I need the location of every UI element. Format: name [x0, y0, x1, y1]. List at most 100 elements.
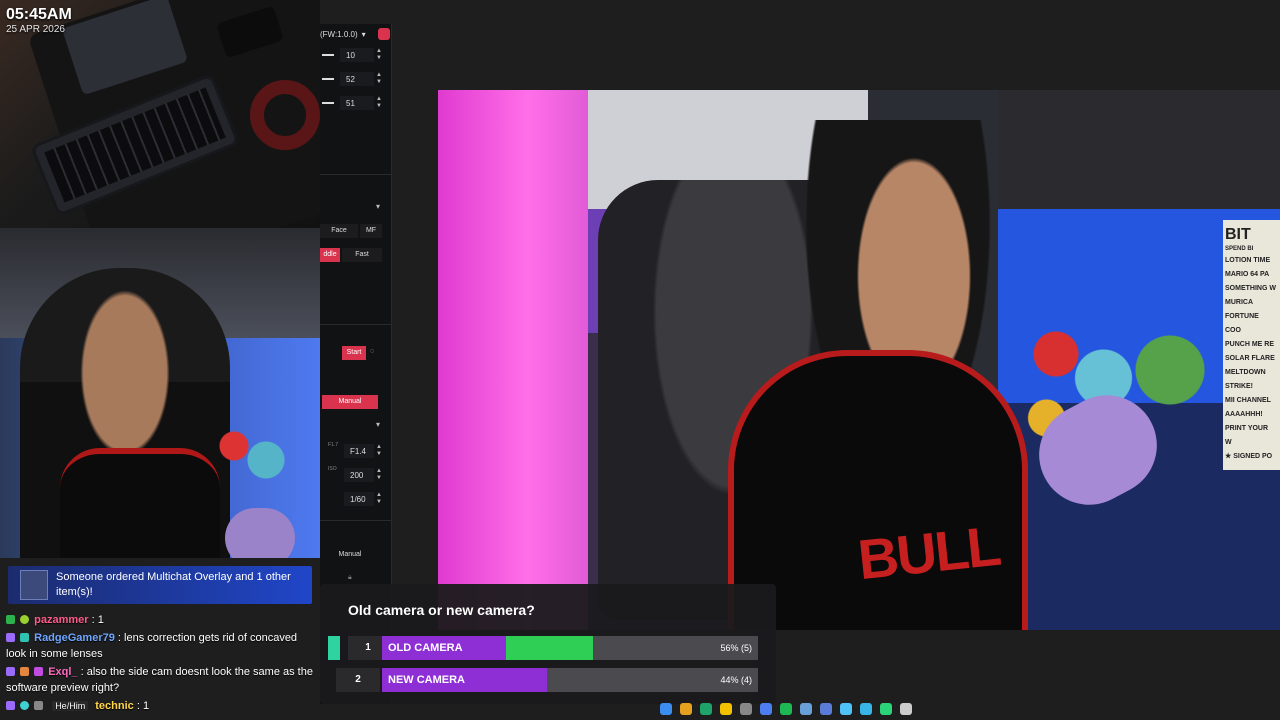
option-result: 56% (5)	[720, 643, 752, 653]
start-button[interactable]: Start	[342, 346, 366, 360]
mf-button[interactable]: MF	[360, 224, 382, 238]
badge-icon	[20, 633, 30, 642]
chat-message: pazammer : 1	[6, 612, 318, 628]
option-index: 2	[336, 668, 380, 692]
manual-button-2[interactable]: Manual	[328, 548, 372, 562]
sign-item: ★ SIGNED PO	[1225, 453, 1273, 460]
chat-username[interactable]: technic	[95, 700, 134, 712]
slider-icon	[322, 54, 334, 56]
value-field-1[interactable]: 10	[340, 48, 374, 62]
sign-item: FORTUNE COO	[1225, 313, 1259, 334]
firmware-label: (FW:1.0.0)	[320, 30, 358, 39]
keyboard-camera-feed: 05:45AM 25 APR 2026	[0, 0, 320, 228]
alert-text: Someone ordered Multichat Overlay and 1 …	[56, 571, 291, 598]
middle-button[interactable]: ddle	[320, 248, 340, 262]
nvidia-icon[interactable]	[880, 703, 892, 715]
chevron-down-icon[interactable]: ▾	[320, 420, 380, 432]
app3-icon[interactable]	[820, 703, 832, 715]
app-icon[interactable]	[760, 703, 772, 715]
option-bar: OLD CAMERA 56% (5)	[382, 636, 758, 660]
chevron-down-icon[interactable]: ▾	[320, 202, 380, 214]
value-row-2: 52 ▲ ▼	[320, 72, 392, 86]
pink-door	[438, 90, 588, 630]
divider	[320, 174, 392, 175]
firmware-select[interactable]: (FW:1.0.0) ▾	[320, 28, 390, 40]
chat-text: : 1	[91, 614, 104, 626]
shutter-row: 1/60 ▲ ▼	[320, 492, 392, 506]
product-thumbnail	[20, 570, 48, 600]
obs-icon[interactable]	[900, 703, 912, 715]
sign-item: MELTDOWN	[1225, 369, 1266, 376]
iso-field[interactable]: 200	[344, 468, 374, 482]
badge-icon	[20, 615, 30, 624]
badge-icon	[20, 667, 30, 676]
explorer-icon[interactable]	[720, 703, 732, 715]
chat-username[interactable]: RadgeGamer79	[34, 632, 115, 644]
chrome-icon[interactable]	[680, 703, 692, 715]
sign-item: SOLAR FLARE	[1225, 355, 1275, 362]
fast-button[interactable]: Fast	[342, 248, 382, 262]
side-toys	[210, 418, 290, 488]
badge-icon	[6, 701, 15, 710]
pronoun-badge: He/Him	[52, 701, 89, 711]
shutter-field[interactable]: 1/60	[344, 492, 374, 506]
record-icon[interactable]	[378, 28, 390, 40]
option-bar: NEW CAMERA 44% (4)	[382, 668, 758, 692]
sign-item: SOMETHING W	[1225, 285, 1276, 292]
app2-icon[interactable]	[800, 703, 812, 715]
manual-mode-button[interactable]: Manual	[322, 395, 378, 409]
bit-sign: BIT SPEND BI LOTION TIME MARIO 64 PA SOM…	[1221, 220, 1280, 470]
stepper-icon[interactable]: ▲ ▼	[376, 96, 382, 110]
stepper-icon[interactable]: ▲ ▼	[376, 468, 382, 482]
chat-text: : 1	[136, 700, 150, 712]
clock-overlay: 05:45AM 25 APR 2026	[6, 6, 72, 35]
sign-item: PRINT YOUR W	[1225, 425, 1269, 446]
clock-date: 25 APR 2026	[6, 24, 65, 35]
option-accent	[328, 636, 340, 660]
refresh-icon[interactable]: ◌	[370, 348, 374, 355]
aperture-field[interactable]: F1.4	[344, 444, 374, 458]
value-field-3[interactable]: 51	[340, 96, 374, 110]
face-button[interactable]: Face	[320, 224, 358, 238]
aperture-row: F1.4 ▲ ▼	[320, 444, 392, 458]
app5-icon[interactable]	[860, 703, 872, 715]
settings-icon[interactable]	[740, 703, 752, 715]
divider	[320, 324, 392, 325]
clock-time: 05:45AM	[6, 6, 72, 23]
sign-sub: SPEND BI	[1225, 246, 1254, 252]
value-row-1: 10 ▲ ▼	[320, 48, 392, 62]
sign-item: MII CHANNEL	[1225, 397, 1271, 404]
stream-screen: 05:45AM 25 APR 2026 (FW:1.0.0) ▾ 10 ▲ ▼ 5…	[0, 0, 1280, 720]
option-fill-highlight	[506, 636, 593, 660]
windows-icon[interactable]	[660, 703, 672, 715]
stepper-icon[interactable]: ▲ ▼	[376, 48, 382, 62]
chat-username[interactable]: pazammer	[34, 614, 88, 626]
badge-icon	[6, 667, 15, 676]
slider-icon	[322, 78, 334, 80]
poll-option[interactable]: 2 NEW CAMERA 44% (4)	[328, 668, 768, 692]
chat-message: Exql_ : also the side cam doesnt look th…	[6, 664, 318, 696]
iso-row: 200 ▲ ▼	[320, 468, 392, 482]
value-row-3: 51 ▲ ▼	[320, 96, 392, 110]
poll-question: Old camera or new camera?	[348, 602, 535, 618]
stepper-icon[interactable]: ▲ ▼	[376, 72, 382, 86]
stepper-icon[interactable]: ▲ ▼	[376, 492, 382, 506]
sign-header: BIT	[1225, 226, 1251, 243]
value-field-2[interactable]: 52	[340, 72, 374, 86]
badge-icon	[34, 667, 44, 676]
lock-icon[interactable]: 🔒︎	[348, 574, 352, 582]
chat-username[interactable]: Exql_	[48, 666, 77, 678]
sign-item: MURICA	[1225, 299, 1253, 306]
spotify-icon[interactable]	[780, 703, 792, 715]
sign-item: MARIO 64 PA	[1225, 271, 1270, 278]
side-jersey	[60, 448, 220, 558]
app4-icon[interactable]	[840, 703, 852, 715]
sign-item: LOTION TIME	[1225, 257, 1271, 264]
edge-icon[interactable]	[700, 703, 712, 715]
chat-message: He/Him technic : 1	[6, 698, 318, 714]
poll-option[interactable]: 1 OLD CAMERA 56% (5)	[328, 636, 768, 660]
stepper-icon[interactable]: ▲ ▼	[376, 444, 382, 458]
badge-icon	[20, 701, 30, 710]
sign-item: STRIKE!	[1225, 383, 1253, 390]
chat-overlay: Someone ordered Multichat Overlay and 1 …	[0, 560, 318, 720]
